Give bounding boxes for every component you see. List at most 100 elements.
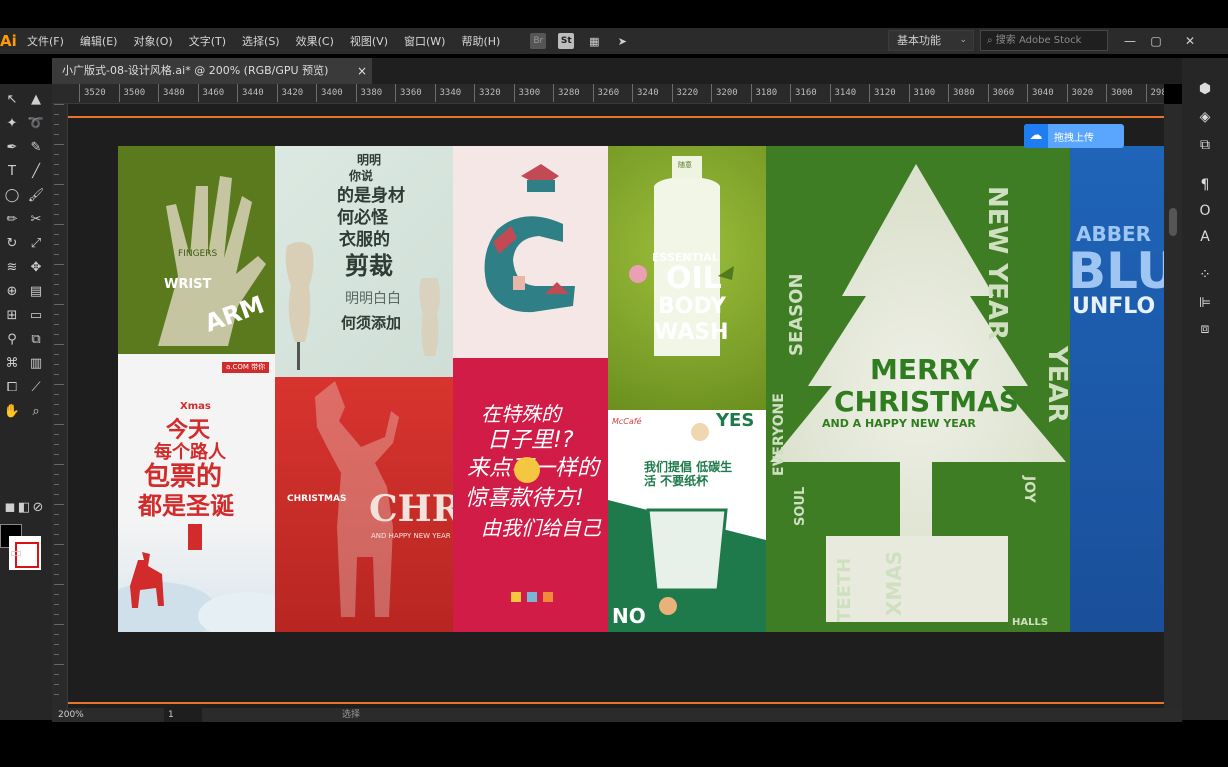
artboard-number-input[interactable]: 1 — [164, 708, 202, 722]
menu-effect[interactable]: 效果(C) — [296, 33, 334, 49]
poster-xmas-paper-tree[interactable]: a.COM 带你 Xmas 今天 每个路人 包票的 都是圣诞 — [118, 354, 275, 632]
magic-wand-tool-icon[interactable]: ✦ — [2, 114, 22, 134]
symbol-sprayer-tool-icon[interactable]: ⌘ — [2, 354, 22, 374]
stock-icon[interactable]: St — [558, 33, 575, 49]
ruler-tick: 3020 — [1066, 84, 1094, 102]
ruler-tick-vertical — [54, 224, 64, 225]
eyedropper-tool-icon[interactable]: ⚲ — [2, 330, 22, 350]
poster-essential-oil[interactable]: 随意 ESSENTIAL OIL BODY WASH — [608, 146, 766, 410]
mesh-tool-icon[interactable]: ⊞ — [2, 306, 22, 326]
ruler-tick-vertical — [54, 684, 59, 685]
poster-letter-c[interactable] — [453, 146, 608, 358]
menu-help[interactable]: 帮助(H) — [461, 33, 500, 49]
menu-edit[interactable]: 编辑(E) — [80, 33, 118, 49]
ruler-tick-vertical — [54, 274, 59, 275]
ruler-tick-vertical — [54, 384, 64, 385]
slice-tool-icon[interactable]: ⟋ — [26, 378, 46, 398]
gradient-tool-icon[interactable]: ▭ — [26, 306, 46, 326]
ellipse-tool-icon[interactable]: ◯ — [2, 186, 22, 206]
arrange-documents-icon[interactable]: ▦ — [586, 33, 602, 49]
poster-blue-partial[interactable]: ABBER BLUE UNFLO — [1070, 146, 1164, 632]
lasso-tool-icon[interactable]: ➰ — [26, 114, 46, 134]
scale-tool-icon[interactable]: ⤢ — [26, 234, 46, 254]
minimize-icon[interactable]: — — [1120, 28, 1140, 54]
menu-type[interactable]: 文字(T) — [189, 33, 226, 49]
tree-halls: HALLS — [1012, 617, 1049, 628]
poster-mccafe[interactable]: McCafé YES 我们提倡 低碳生活 不要纸杯 NO — [608, 410, 766, 632]
oil-line-3: BODY — [658, 294, 727, 319]
scissors-tool-icon[interactable]: ✂ — [26, 210, 46, 230]
ruler-tick: 3360 — [395, 84, 422, 102]
direct-selection-tool-icon[interactable]: ▲ — [26, 90, 46, 110]
vertical-ruler[interactable] — [52, 104, 68, 708]
zoom-tool-icon[interactable]: ⌕ — [26, 402, 46, 422]
ruler-tick-vertical — [54, 474, 59, 475]
ruler-tick-vertical — [54, 554, 59, 555]
screen-mode-icon[interactable]: ▭ — [6, 544, 26, 564]
libraries-icon[interactable]: ⬢ — [1194, 78, 1216, 100]
curvature-tool-icon[interactable]: ✎ — [26, 138, 46, 158]
align-icon[interactable]: ⊫ — [1194, 292, 1216, 314]
tree-new-year: NEW YEAR — [982, 186, 1012, 340]
puppet-warp-tool-icon[interactable]: ✥ — [26, 258, 46, 278]
ruler-tick: 3400 — [316, 84, 343, 102]
opentype-icon[interactable]: O — [1194, 200, 1216, 222]
stock-search-input[interactable]: ⌕ 搜索 Adobe Stock — [980, 30, 1108, 51]
menu-file[interactable]: 文件(F) — [27, 33, 64, 49]
paintbrush-tool-icon[interactable]: 🖌 — [26, 186, 46, 206]
artboards-icon[interactable]: ⧉ — [1194, 134, 1216, 156]
character-icon[interactable]: A — [1194, 226, 1216, 248]
paragraph-icon[interactable]: ¶ — [1194, 174, 1216, 196]
horizontal-ruler[interactable]: 3520 3500 3480 3460 3440 3420 3400 3380 3360 3340… — [52, 84, 1164, 104]
layers-icon[interactable]: ◈ — [1194, 106, 1216, 128]
menu-object[interactable]: 对象(O) — [133, 33, 172, 49]
hand-tool-icon[interactable]: ✋ — [2, 402, 22, 422]
shape-builder-tool-icon[interactable]: ⊕ — [2, 282, 22, 302]
column-graph-tool-icon[interactable]: ▥ — [26, 354, 46, 374]
menu-view[interactable]: 视图(V) — [350, 33, 388, 49]
maximize-icon[interactable]: ▢ — [1146, 28, 1166, 54]
document-tab[interactable]: 小广版式-08-设计风格.ai* @ 200% (RGB/GPU 预览) × — [52, 58, 372, 84]
ruler-tick-vertical — [54, 614, 59, 615]
none-swatch-icon[interactable]: ⊘ — [28, 498, 48, 518]
menu-select[interactable]: 选择(S) — [242, 33, 280, 49]
hand-word-fingers: FINGERS — [178, 249, 218, 259]
ruler-tick-vertical — [54, 144, 64, 145]
transform-icon[interactable]: ⁘ — [1194, 264, 1216, 286]
bridge-icon[interactable]: Br — [530, 33, 547, 49]
vertical-scrollbar[interactable] — [1164, 104, 1182, 708]
ruler-tick: 3000 — [1106, 84, 1133, 102]
tree-season: SEASON — [786, 273, 807, 356]
app-logo: Ai — [0, 32, 17, 50]
poster-hand-typography[interactable]: WRIST FINGERS ARM — [118, 146, 275, 354]
status-label[interactable]: 选择 — [342, 708, 360, 722]
close-tab-icon[interactable]: × — [357, 58, 367, 84]
pathfinder-icon[interactable]: ⧈ — [1194, 318, 1216, 340]
canvas[interactable]: WRIST FINGERS ARM 明明 你说 的是身材 何必怪 衣服的 剪裁 … — [68, 104, 1164, 708]
menu-window[interactable]: 窗口(W) — [404, 33, 445, 49]
ruler-tick-vertical — [54, 654, 59, 655]
poster-deer-christmas[interactable]: CHRISTMAS CHRIST AND HAPPY NEW YEAR — [275, 377, 453, 632]
zoom-level[interactable]: 200% — [58, 708, 84, 722]
line-tool-icon[interactable]: ╱ — [26, 162, 46, 182]
pencil-tool-icon[interactable]: ✏ — [2, 210, 22, 230]
pen-tool-icon[interactable]: ✒ — [2, 138, 22, 158]
type-tool-icon[interactable]: T — [2, 162, 22, 182]
ruler-tick-vertical — [54, 454, 59, 455]
perspective-grid-tool-icon[interactable]: ▤ — [26, 282, 46, 302]
poster-handwritten[interactable]: 在特殊的 日子里!? 来点不一样的 惊喜款待方! 由我们给自己 — [453, 358, 608, 632]
send-icon[interactable]: ➤ — [614, 33, 630, 49]
close-icon[interactable]: ✕ — [1180, 28, 1200, 54]
poster-fashion-typography[interactable]: 明明 你说 的是身材 何必怪 衣服的 剪裁 明明白白 何须添加 — [275, 146, 453, 377]
poster-typographic-tree[interactable]: MERRY CHRISTMAS AND A HAPPY NEW YEAR NEW… — [766, 146, 1070, 632]
blend-tool-icon[interactable]: ⧉ — [26, 330, 46, 350]
width-tool-icon[interactable]: ≋ — [2, 258, 22, 278]
selection-tool-icon[interactable]: ↖ — [2, 90, 22, 110]
rotate-tool-icon[interactable]: ↻ — [2, 234, 22, 254]
ruler-tick-vertical — [54, 174, 59, 175]
artboard-tool-icon[interactable]: ⧠ — [2, 378, 22, 398]
scrollbar-thumb[interactable] — [1169, 208, 1177, 236]
ruler-tick: 3440 — [237, 84, 264, 102]
drag-upload-button[interactable]: ☁ 拖拽上传 — [1024, 124, 1124, 148]
workspace-switcher[interactable]: 基本功能 ⌄ — [888, 30, 974, 51]
